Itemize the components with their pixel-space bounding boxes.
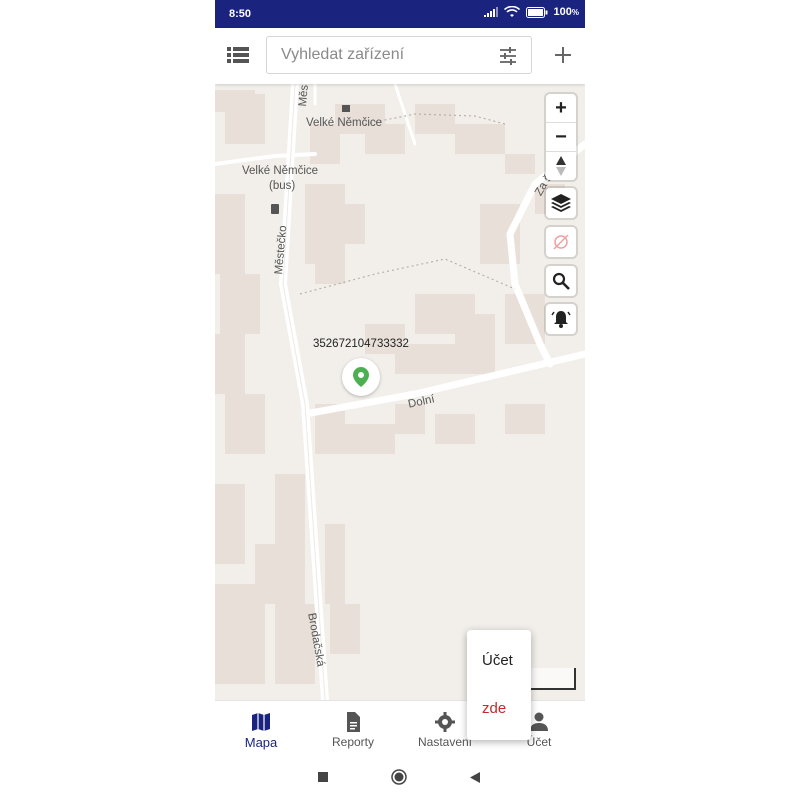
search-box[interactable]: [266, 36, 532, 74]
location-off-icon: [553, 234, 569, 250]
filter-tune-icon[interactable]: [499, 47, 517, 65]
map-label-poi: Velké Němčice: [306, 117, 383, 129]
locate-disabled-button[interactable]: [546, 227, 576, 257]
map-label-bus-stop-sub: (bus): [269, 180, 296, 192]
recents-icon[interactable]: [318, 772, 328, 782]
map-label-bus-stop: Velké Němčice: [242, 165, 319, 177]
compass-icon: [556, 156, 566, 176]
person-icon: [530, 712, 548, 731]
nav-label-map: Mapa: [244, 735, 278, 750]
wifi-icon: [503, 6, 520, 17]
list-icon[interactable]: [227, 46, 249, 64]
nav-item-reports[interactable]: Reporty: [307, 701, 399, 757]
top-app-bar: [215, 28, 585, 84]
status-icons: 100%: [483, 6, 579, 18]
device-id-label: 352672104733332: [313, 338, 409, 350]
map-search-button[interactable]: [546, 266, 576, 296]
phone-screen: 8:50 100% Vyhledat zařízení Velké Němčic…: [215, 0, 585, 800]
system-navigation-bar: [215, 756, 585, 800]
home-icon[interactable]: [391, 769, 407, 785]
document-icon: [347, 712, 360, 732]
nav-item-map[interactable]: Mapa: [215, 701, 307, 757]
menu-item-here[interactable]: zde: [482, 700, 506, 717]
location-pin-icon: [353, 367, 369, 387]
zoom-out-button[interactable]: −: [546, 123, 576, 152]
layers-button[interactable]: [546, 188, 576, 218]
map-icon: [252, 713, 270, 731]
battery-icon: [525, 6, 548, 18]
nav-label-reports: Reporty: [331, 735, 375, 749]
zoom-controls: + −: [546, 94, 576, 180]
compass-button[interactable]: [546, 152, 576, 180]
signal-icon: [483, 7, 498, 17]
zoom-in-button[interactable]: +: [546, 94, 576, 123]
back-icon[interactable]: [470, 772, 480, 783]
battery-level: 100%: [553, 6, 579, 18]
layers-icon: [551, 194, 571, 212]
gear-icon: [435, 712, 455, 732]
search-input[interactable]: [279, 45, 483, 65]
add-icon[interactable]: [555, 47, 571, 63]
device-marker[interactable]: [342, 358, 380, 396]
map-scale-bar: [528, 668, 576, 690]
menu-item-account[interactable]: Účet: [482, 652, 513, 669]
account-popup-menu: Účet zde: [467, 630, 531, 740]
alarm-button[interactable]: [546, 304, 576, 334]
alarm-bell-icon: [551, 311, 571, 328]
status-bar: 8:50 100%: [215, 0, 585, 28]
search-icon: [552, 272, 570, 290]
map-label-street-top: Měs: [297, 84, 311, 108]
map-view[interactable]: Velké Němčice Velké Němčice (bus) Městeč…: [215, 84, 585, 700]
status-time: 8:50: [229, 8, 252, 20]
